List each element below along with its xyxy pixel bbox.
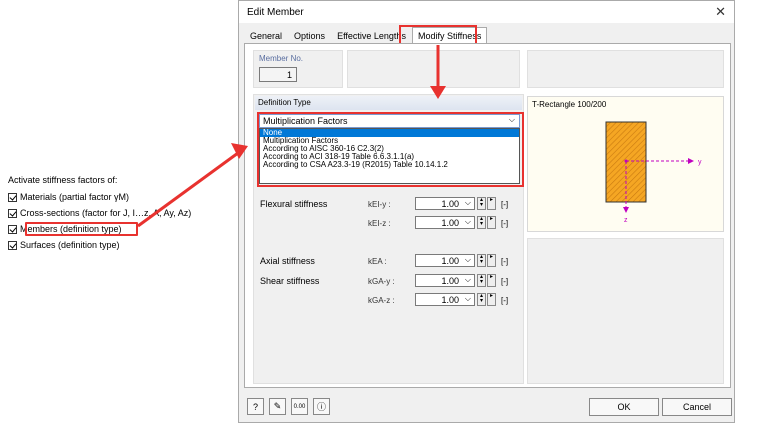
annotation-arrows xyxy=(137,45,446,228)
tab-arrow-head-icon xyxy=(430,86,446,99)
members-arrow-line xyxy=(137,151,239,228)
